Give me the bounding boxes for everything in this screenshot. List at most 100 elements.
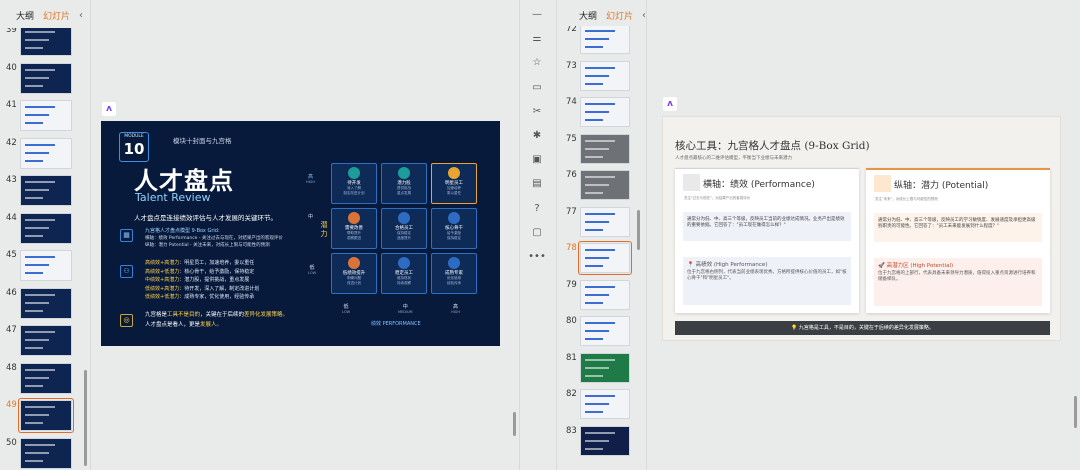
slide-thumbnail[interactable] [20, 437, 72, 469]
slide-49-canvas[interactable]: MODULE 10 模块十封面与九宫格 人才盘点 Talent Review 人… [101, 121, 500, 346]
nine-box-cell: 成熟专家 优化使用 经验传承 [431, 253, 477, 294]
slide-thumbnail[interactable] [20, 62, 72, 94]
slide-thumbnail[interactable] [18, 398, 74, 433]
slide-thumbnail[interactable] [580, 206, 630, 237]
comment-icon[interactable]: ▢ [528, 226, 546, 240]
slide-thumbnail[interactable] [20, 287, 72, 319]
chat-icon[interactable]: ▭ [528, 81, 546, 95]
image-icon[interactable]: ▣ [528, 153, 546, 167]
tab-slides-left[interactable]: 幻灯片 [43, 9, 70, 22]
card2-highlight: 🚀 高潜力区 (High Potential) 位于九宫格的上部行，代表具备未来… [874, 258, 1042, 306]
slide-thumbnail-row[interactable]: 40 [0, 62, 72, 94]
module-badge: MODULE 10 [119, 132, 149, 162]
slide-thumbnail[interactable] [580, 97, 630, 127]
center-scrollbar[interactable] [513, 412, 516, 436]
slide-thumbnail[interactable] [20, 212, 72, 244]
card2-highlight-title: 🚀 高潜力区 (High Potential) [878, 263, 954, 269]
slide-thumbnail[interactable] [580, 389, 630, 419]
thumbnail-line [585, 147, 609, 150]
slide-thumbnail[interactable] [20, 28, 72, 56]
slide-thumbnail-row[interactable]: 77 [560, 206, 630, 237]
slide-thumbnail[interactable] [20, 175, 72, 206]
slide-thumbnail[interactable] [578, 241, 632, 275]
thumbnail-line [25, 159, 43, 162]
slide-thumbnail-row[interactable]: 83 [560, 425, 630, 456]
star-icon[interactable]: ☆ [528, 56, 546, 70]
slide-number: 42 [6, 137, 17, 148]
talent-category-item: 高绩效+高潜力：明星员工，加速培养，委以重任 [145, 260, 255, 266]
slide-thumbnail-row[interactable]: 44 [0, 212, 72, 244]
slide-thumbnail-row[interactable]: 48 [0, 362, 72, 394]
slide-number: 83 [566, 425, 577, 436]
slide-thumbnail-row[interactable]: 76 [560, 170, 630, 200]
tab-outline-left[interactable]: 大纲 [16, 9, 34, 22]
slide-thumbnail-row[interactable]: 81 [560, 352, 630, 383]
slide-thumbnail-row[interactable]: 46 [0, 287, 72, 319]
card1-highlight: 📍 高绩效 (High Performance) 位于九宫格右侧列，代表当前业绩… [683, 257, 851, 305]
slide-thumbnail-row[interactable]: 39 [0, 28, 72, 56]
book-icon[interactable]: ▤ [528, 177, 546, 191]
thumbnail-line [25, 406, 55, 408]
slide-thumbnail[interactable] [20, 362, 72, 394]
axis-x-low: 低 LOW [342, 304, 351, 314]
slide-thumbnail-row[interactable]: 72 [560, 26, 630, 54]
bug-icon[interactable]: ✱ [528, 129, 546, 143]
slide-thumbnail-row[interactable]: 43 [0, 175, 72, 206]
thumbnail-line [25, 309, 43, 312]
left-scrollbar[interactable] [84, 370, 87, 466]
summary-bar: 💡 九宫格是工具，不是目的，关键在于后续的差异化发展策略。 [675, 321, 1050, 335]
left-divider [90, 0, 91, 470]
slide-thumbnail[interactable] [20, 137, 72, 169]
slide-thumbnail-row[interactable]: 79 [560, 279, 630, 310]
slide-thumbnail-row[interactable]: 50 [0, 437, 72, 469]
right-main-scrollbar[interactable] [1074, 396, 1077, 428]
app-logo-icon: ʌ [102, 102, 116, 116]
tab-slides-right[interactable]: 幻灯片 [606, 9, 633, 22]
slide-thumbnail-row[interactable]: 42 [0, 137, 72, 169]
left-thumbnail-list: 39 40 41 42 43 44 45 46 47 48 49 50 [0, 28, 90, 470]
slide-thumbnail[interactable] [580, 60, 630, 91]
slide-thumbnail-row[interactable]: 82 [560, 389, 630, 419]
slide-thumbnail[interactable] [20, 250, 72, 281]
thumbnail-line [25, 347, 43, 349]
right-thumb-scrollbar[interactable] [637, 210, 640, 250]
thumbnail-line [25, 114, 49, 116]
tab-outline-right[interactable]: 大纲 [579, 9, 597, 22]
chevron-left-icon[interactable]: ‹ [79, 10, 83, 21]
slide-thumbnail[interactable] [580, 133, 630, 164]
module-number: 10 [123, 140, 145, 158]
slide-thumbnail-row[interactable]: 75 [560, 133, 630, 164]
slide-78-canvas[interactable]: 核心工具：九宫格人才盘点 (9-Box Grid) 人才盘点最核心的二维评估模型… [662, 116, 1061, 341]
cell-desc: 重点发展 [397, 191, 411, 195]
slide-thumbnail[interactable] [580, 425, 630, 456]
more-icon[interactable]: ••• [528, 250, 546, 264]
cell-icon [348, 257, 360, 269]
slide-thumbnail-row[interactable]: 80 [560, 316, 630, 346]
slide-kicker: 模块十封面与九宫格 [173, 137, 232, 145]
thumbnail-line [25, 151, 49, 154]
thumbnail-line [25, 272, 43, 274]
cell-desc: 持续观察 [397, 281, 411, 285]
help-icon[interactable]: ? [528, 202, 546, 216]
slide-number: 82 [566, 389, 577, 399]
tools-icon[interactable]: ✂ [528, 105, 546, 119]
sliders-icon[interactable]: ⚌ [528, 32, 546, 46]
slide-thumbnail[interactable] [20, 100, 72, 131]
slide-thumbnail-row[interactable]: 41 [0, 100, 72, 131]
minus-icon[interactable]: — [528, 8, 546, 22]
thumbnail-line [25, 414, 49, 416]
slide-thumbnail-row[interactable]: 45 [0, 250, 72, 281]
slide-thumbnail-row[interactable]: 73 [560, 60, 630, 91]
slide-thumbnail-row[interactable]: 47 [0, 325, 72, 356]
cell-icon [398, 257, 410, 269]
slide-thumbnail[interactable] [580, 170, 630, 200]
slide-thumbnail[interactable] [580, 26, 630, 54]
slide-thumbnail[interactable] [580, 316, 630, 346]
slide-thumbnail-row[interactable]: 78 [560, 241, 632, 275]
thumbnail-line [25, 84, 43, 87]
slide-thumbnail-row[interactable]: 74 [560, 97, 630, 127]
slide-thumbnail[interactable] [580, 352, 630, 383]
slide-thumbnail[interactable] [20, 325, 72, 356]
slide-thumbnail-row[interactable]: 49 [0, 398, 74, 433]
slide-thumbnail[interactable] [580, 279, 630, 310]
